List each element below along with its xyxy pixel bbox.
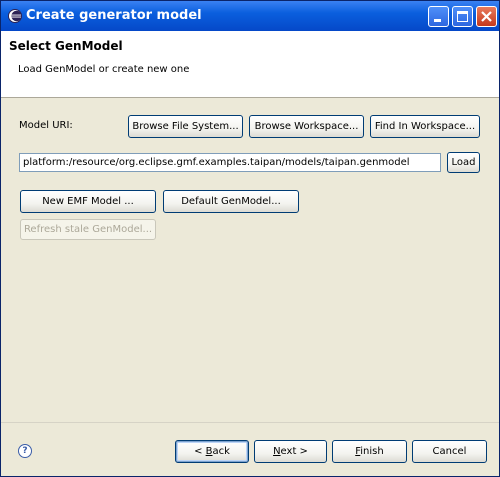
eclipse-icon xyxy=(8,9,22,23)
browse-workspace-button[interactable]: Browse Workspace... xyxy=(249,115,364,138)
dialog-window: Create generator model Select GenModel L… xyxy=(0,0,500,477)
next-label-rest: ext > xyxy=(280,446,308,457)
page-description: Load GenModel or create new one xyxy=(18,64,190,75)
page-title: Select GenModel xyxy=(9,39,123,53)
back-mnemonic: B xyxy=(205,446,213,457)
refresh-stale-genmodel-button[interactable]: Refresh stale GenModel... xyxy=(20,219,156,240)
minimize-icon xyxy=(434,19,441,22)
finish-label-rest: inish xyxy=(360,446,384,457)
next-mnemonic: N xyxy=(273,446,281,457)
back-button[interactable]: < Back xyxy=(175,440,249,463)
finish-button[interactable]: Finish xyxy=(332,440,407,463)
maximize-icon xyxy=(457,11,468,22)
wizard-header: Select GenModel Load GenModel or create … xyxy=(1,31,499,98)
title-bar[interactable]: Create generator model xyxy=(1,1,499,31)
next-button[interactable]: Next > xyxy=(254,440,327,463)
footer-separator xyxy=(1,422,499,423)
minimize-button[interactable] xyxy=(428,6,449,27)
find-in-workspace-button[interactable]: Find In Workspace... xyxy=(370,115,480,138)
new-emf-model-button[interactable]: New EMF Model ... xyxy=(20,190,156,213)
back-label-rest: ack xyxy=(212,446,230,457)
maximize-button[interactable] xyxy=(452,6,473,27)
cancel-button[interactable]: Cancel xyxy=(412,440,487,463)
window-title: Create generator model xyxy=(26,8,202,23)
browse-file-system-button[interactable]: Browse File System... xyxy=(128,115,243,138)
help-icon[interactable]: ? xyxy=(18,444,32,458)
load-button[interactable]: Load xyxy=(447,152,480,173)
model-uri-field[interactable]: platform:/resource/org.eclipse.gmf.examp… xyxy=(19,153,441,172)
close-button[interactable] xyxy=(476,6,497,27)
model-uri-label: Model URI: xyxy=(19,120,73,131)
default-genmodel-button[interactable]: Default GenModel... xyxy=(163,190,299,213)
close-icon xyxy=(481,11,492,22)
back-prefix: < xyxy=(194,446,206,457)
